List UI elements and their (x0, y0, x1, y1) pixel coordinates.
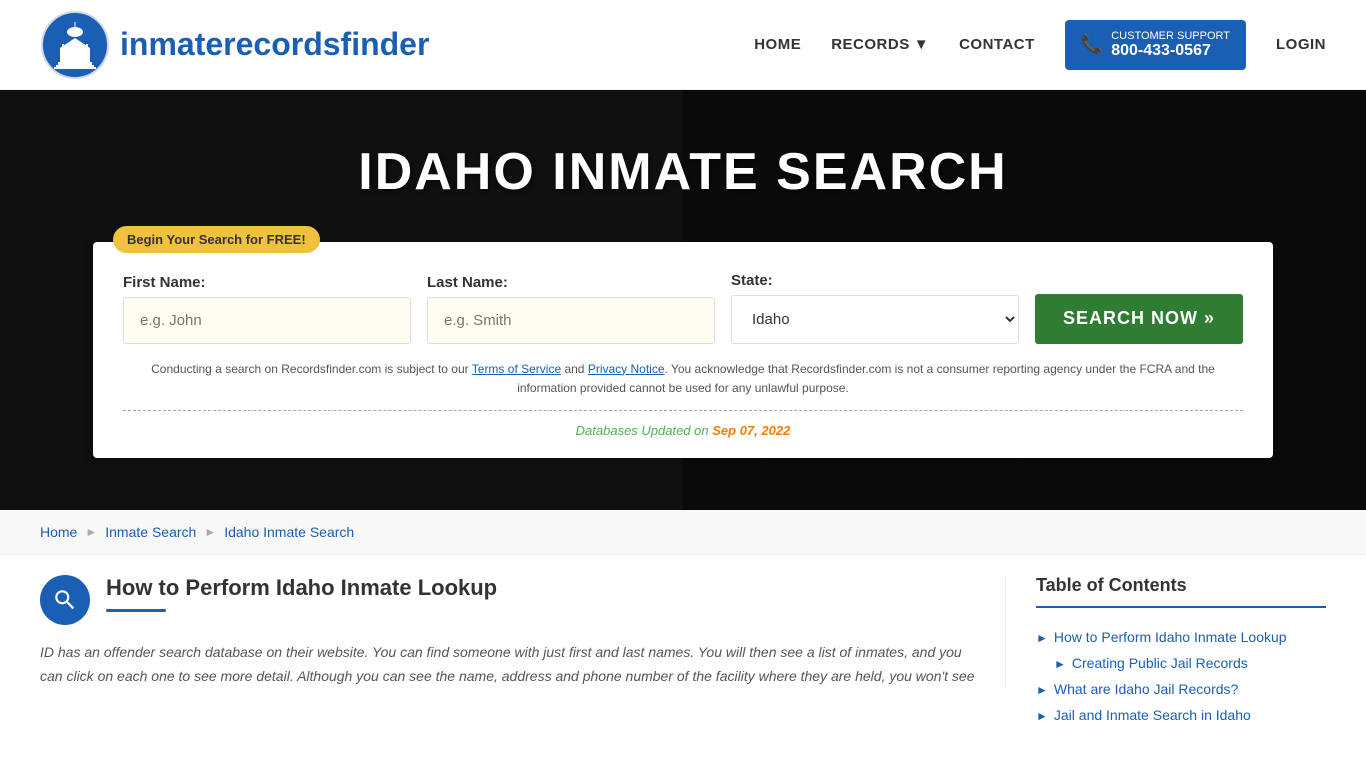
state-select[interactable]: Idaho Alabama Alaska Arizona Arkansas Ca… (731, 295, 1019, 344)
toc-chevron-icon: ► (1036, 709, 1048, 723)
state-label: State: (731, 272, 1019, 289)
magnify-icon (52, 587, 78, 613)
breadcrumb-sep-2: ► (204, 525, 216, 539)
title-underline (106, 609, 166, 612)
table-of-contents: Table of Contents ►How to Perform Idaho … (1006, 575, 1326, 728)
toc-item[interactable]: ►Creating Public Jail Records (1054, 650, 1326, 676)
db-updated-label: Databases Updated on (576, 423, 709, 438)
nav-contact[interactable]: CONTACT (959, 36, 1035, 53)
state-group: State: Idaho Alabama Alaska Arizona Arka… (731, 272, 1019, 344)
toc-item[interactable]: ►Jail and Inmate Search in Idaho (1036, 702, 1326, 728)
main-nav: HOME RECORDS ▼ CONTACT 📞 CUSTOMER SUPPOR… (754, 20, 1326, 70)
toc-item[interactable]: ►What are Idaho Jail Records? (1036, 676, 1326, 702)
login-button[interactable]: LOGIN (1276, 36, 1326, 53)
first-name-group: First Name: (123, 274, 411, 344)
disclaimer-text: Conducting a search on Recordsfinder.com… (123, 360, 1243, 398)
free-badge: Begin Your Search for FREE! (113, 226, 320, 253)
nav-home[interactable]: HOME (754, 36, 801, 53)
privacy-link[interactable]: Privacy Notice (588, 362, 665, 376)
breadcrumb-home[interactable]: Home (40, 524, 77, 540)
chevron-down-icon: ▼ (914, 36, 929, 53)
logo-text: inmaterecordsfinder (120, 26, 429, 63)
phone-icon: 📞 (1081, 34, 1103, 55)
customer-support-button[interactable]: 📞 CUSTOMER SUPPORT 800-433-0567 (1065, 20, 1246, 70)
last-name-input[interactable] (427, 297, 715, 344)
toc-list: ►How to Perform Idaho Inmate Lookup►Crea… (1036, 624, 1326, 728)
article-title-group: How to Perform Idaho Inmate Lookup (106, 575, 497, 612)
article-body: ID has an offender search database on th… (40, 641, 975, 689)
db-updated: Databases Updated on Sep 07, 2022 (123, 423, 1243, 438)
toc-divider (1036, 606, 1326, 608)
toc-title: Table of Contents (1036, 575, 1326, 596)
article-section: How to Perform Idaho Inmate Lookup ID ha… (40, 575, 1006, 689)
nav-records[interactable]: RECORDS ▼ (831, 36, 929, 53)
hero-content: IDAHO INMATE SEARCH Begin Your Search fo… (93, 142, 1273, 458)
search-fields: First Name: Last Name: State: Idaho Alab… (123, 272, 1243, 344)
search-card: Begin Your Search for FREE! First Name: … (93, 242, 1273, 458)
article-header: How to Perform Idaho Inmate Lookup (40, 575, 975, 625)
last-name-label: Last Name: (427, 274, 715, 291)
tos-link[interactable]: Terms of Service (472, 362, 561, 376)
hero-title: IDAHO INMATE SEARCH (93, 142, 1273, 202)
db-separator (123, 410, 1243, 411)
search-now-button[interactable]: SEARCH NOW » (1035, 294, 1243, 344)
breadcrumb: Home ► Inmate Search ► Idaho Inmate Sear… (0, 510, 1366, 555)
breadcrumb-inmate-search[interactable]: Inmate Search (105, 524, 196, 540)
logo-icon (40, 10, 110, 80)
first-name-input[interactable] (123, 297, 411, 344)
toc-chevron-icon: ► (1054, 657, 1066, 671)
first-name-label: First Name: (123, 274, 411, 291)
breadcrumb-sep-1: ► (85, 525, 97, 539)
logo[interactable]: inmaterecordsfinder (40, 10, 429, 80)
hero-section: IDAHO INMATE SEARCH Begin Your Search fo… (0, 90, 1366, 510)
toc-item[interactable]: ►How to Perform Idaho Inmate Lookup (1036, 624, 1326, 650)
db-updated-date: Sep 07, 2022 (712, 423, 790, 438)
toc-chevron-icon: ► (1036, 683, 1048, 697)
breadcrumb-current: Idaho Inmate Search (224, 524, 354, 540)
last-name-group: Last Name: (427, 274, 715, 344)
site-header: inmaterecordsfinder HOME RECORDS ▼ CONTA… (0, 0, 1366, 90)
search-article-icon (40, 575, 90, 625)
main-content: How to Perform Idaho Inmate Lookup ID ha… (0, 555, 1366, 748)
article-title: How to Perform Idaho Inmate Lookup (106, 575, 497, 601)
toc-chevron-icon: ► (1036, 631, 1048, 645)
